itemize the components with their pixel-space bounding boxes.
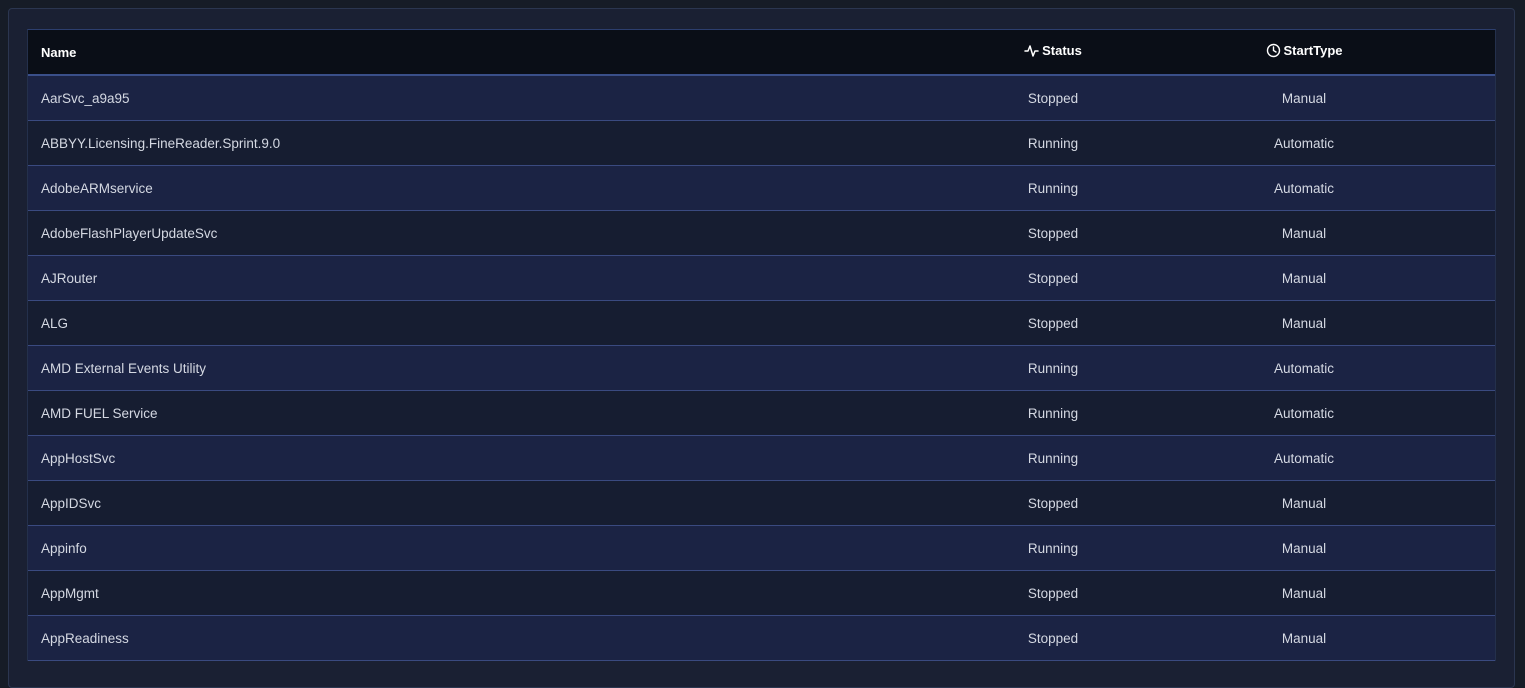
table-row[interactable]: AarSvc_a9a95 Stopped Manual [28, 76, 1495, 121]
cell-status: Running [1027, 540, 1079, 556]
cell-starttype: Manual [1281, 225, 1327, 241]
cell-starttype: Automatic [1273, 405, 1335, 421]
cell-status: Stopped [1027, 225, 1079, 241]
services-table: Name Status StartType AarSvc_a9a95 Stopp… [27, 29, 1496, 661]
cell-name: AarSvc_a9a95 [41, 90, 130, 106]
cell-name: AJRouter [41, 270, 98, 286]
cell-status: Stopped [1027, 270, 1079, 286]
table-row[interactable]: AMD External Events Utility Running Automa… [28, 346, 1495, 391]
cell-name: ALG [41, 315, 69, 331]
cell-name: AppReadiness [41, 630, 129, 646]
table-row[interactable]: AMD FUEL Service Running Automatic [28, 391, 1495, 436]
services-panel: Name Status StartType AarSvc_a9a95 Stopp… [8, 8, 1515, 688]
cell-status: Stopped [1027, 495, 1079, 511]
table-row[interactable]: AJRouter Stopped Manual [28, 256, 1495, 301]
cell-starttype: Automatic [1273, 180, 1335, 196]
cell-status: Running [1027, 360, 1079, 376]
cell-starttype: Automatic [1273, 360, 1335, 376]
table-body: AarSvc_a9a95 Stopped Manual ABBYY.Licensing… [28, 76, 1495, 661]
column-header-starttype[interactable]: StartType [1113, 43, 1495, 61]
column-header-name[interactable]: Name [28, 45, 993, 60]
cell-status: Running [1027, 135, 1079, 151]
table-row[interactable]: ALG Stopped Manual [28, 301, 1495, 346]
cell-name: AppMgmt [41, 585, 99, 601]
cell-name: ABBYY.Licensing.FineReader.Sprint.9.0 [41, 135, 281, 151]
cell-status: Stopped [1027, 630, 1079, 646]
cell-name: AppHostSvc [41, 450, 116, 466]
clock-icon [1266, 43, 1281, 58]
table-header: Name Status StartType [28, 30, 1495, 76]
cell-status: Stopped [1027, 315, 1079, 331]
cell-name: AdobeFlashPlayerUpdateSvc [41, 225, 218, 241]
cell-starttype: Automatic [1273, 450, 1335, 466]
cell-starttype: Manual [1281, 495, 1327, 511]
cell-status: Running [1027, 405, 1079, 421]
cell-status: Stopped [1027, 90, 1079, 106]
column-header-name-label: Name [41, 44, 77, 60]
cell-status: Running [1027, 450, 1079, 466]
cell-starttype: Manual [1281, 90, 1327, 106]
column-header-status[interactable]: Status [993, 43, 1113, 61]
cell-name: Appinfo [41, 540, 87, 556]
table-row[interactable]: AppIDSvc Stopped Manual [28, 481, 1495, 526]
cell-starttype: Manual [1281, 585, 1327, 601]
cell-name: AMD FUEL Service [41, 405, 158, 421]
table-row[interactable]: AppHostSvc Running Automatic [28, 436, 1495, 481]
column-header-status-label: Status [1042, 43, 1082, 59]
table-row[interactable]: AppMgmt Stopped Manual [28, 571, 1495, 616]
cell-status: Stopped [1027, 585, 1079, 601]
cell-name: AppIDSvc [41, 495, 102, 511]
table-row[interactable]: AppReadiness Stopped Manual [28, 616, 1495, 661]
cell-name: AMD External Events Utility [41, 360, 207, 376]
activity-icon [1024, 44, 1039, 58]
cell-starttype: Manual [1281, 315, 1327, 331]
table-row[interactable]: AdobeARMservice Running Automatic [28, 166, 1495, 211]
cell-starttype: Manual [1281, 540, 1327, 556]
table-row[interactable]: AdobeFlashPlayerUpdateSvc Stopped Manual [28, 211, 1495, 256]
cell-starttype: Manual [1281, 270, 1327, 286]
cell-status: Running [1027, 180, 1079, 196]
cell-name: AdobeARMservice [41, 180, 153, 196]
cell-starttype: Manual [1281, 630, 1327, 646]
cell-starttype: Automatic [1273, 135, 1335, 151]
column-header-starttype-label: StartType [1283, 43, 1343, 58]
table-row[interactable]: Appinfo Running Manual [28, 526, 1495, 571]
table-row[interactable]: ABBYY.Licensing.FineReader.Sprint.9.0 Run… [28, 121, 1495, 166]
